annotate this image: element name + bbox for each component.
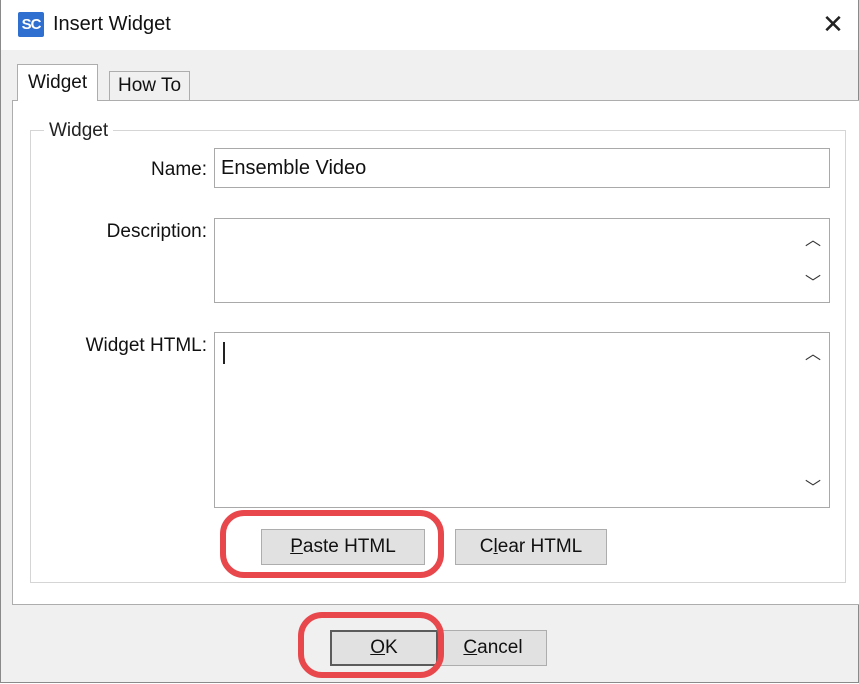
cancel-button[interactable]: Cancel bbox=[439, 630, 547, 666]
widget-tab-panel: Widget Name: Ensemble Video Description:… bbox=[12, 100, 859, 605]
window-title: Insert Widget bbox=[53, 13, 171, 35]
insert-widget-dialog: SC Insert Widget ✕ Widget How To Widget … bbox=[0, 0, 859, 683]
ok-mnemonic: O bbox=[370, 637, 386, 658]
clear-html-button[interactable]: Clear HTML bbox=[455, 529, 607, 565]
cancel-label-rest: ancel bbox=[477, 637, 523, 658]
chevron-up-icon[interactable]: ︿ bbox=[801, 343, 825, 367]
paste-label-rest: aste HTML bbox=[302, 536, 396, 557]
chevron-down-icon[interactable]: ﹀ bbox=[801, 272, 825, 296]
tab-how-to[interactable]: How To bbox=[109, 71, 191, 103]
widget-html-label: Widget HTML: bbox=[85, 335, 207, 356]
cancel-mnemonic: C bbox=[463, 637, 478, 658]
text-caret bbox=[223, 342, 225, 364]
clear-label-prefix: C bbox=[479, 536, 494, 557]
name-input[interactable]: Ensemble Video bbox=[214, 148, 830, 188]
clear-label-rest: ear HTML bbox=[497, 536, 583, 557]
description-textarea[interactable]: ︿ ﹀ bbox=[214, 218, 830, 303]
sc-app-icon: SC bbox=[18, 12, 44, 37]
chevron-up-icon[interactable]: ︿ bbox=[801, 229, 825, 253]
chevron-down-icon[interactable]: ﹀ bbox=[801, 477, 825, 501]
ok-button[interactable]: OK bbox=[330, 630, 438, 666]
description-label: Description: bbox=[106, 221, 207, 242]
tab-widget[interactable]: Widget bbox=[17, 64, 99, 101]
name-label: Name: bbox=[151, 159, 207, 180]
paste-mnemonic: P bbox=[290, 536, 303, 557]
close-icon[interactable]: ✕ bbox=[816, 7, 850, 41]
paste-html-button[interactable]: Paste HTML bbox=[261, 529, 425, 565]
groupbox-label: Widget bbox=[44, 120, 114, 142]
title-bar: SC Insert Widget ✕ bbox=[1, 0, 858, 50]
ok-label-rest: K bbox=[385, 637, 398, 658]
widget-html-textarea[interactable]: ︿ ﹀ bbox=[214, 332, 830, 508]
